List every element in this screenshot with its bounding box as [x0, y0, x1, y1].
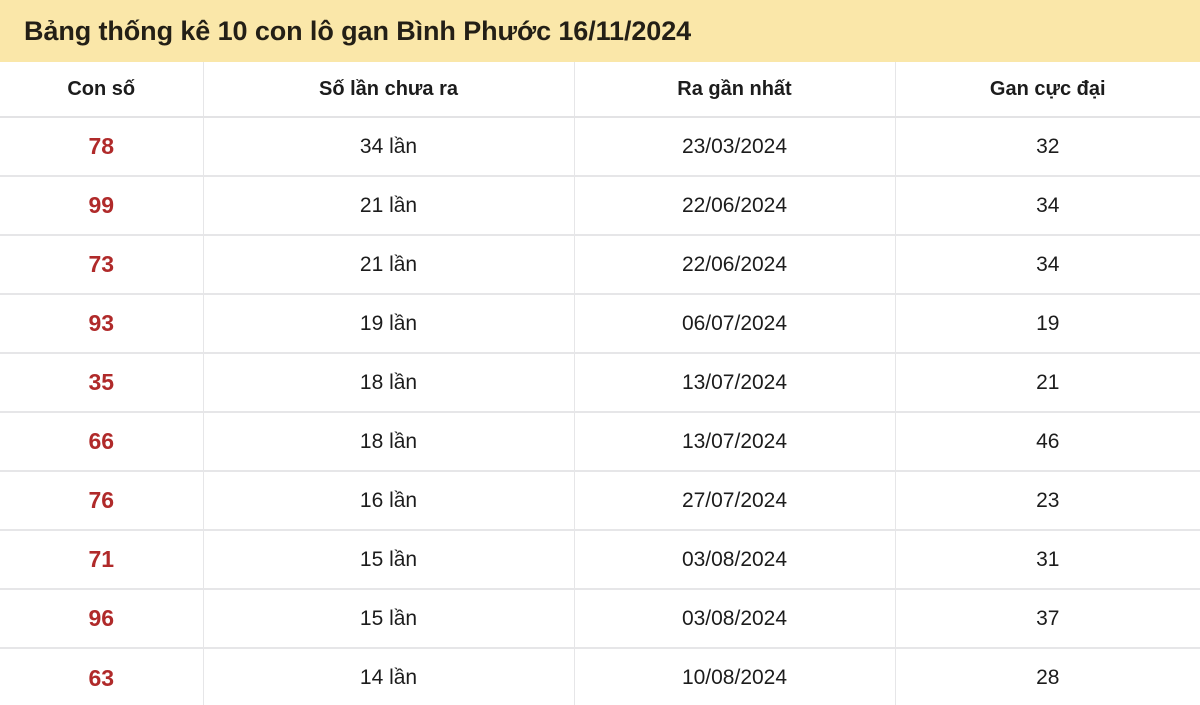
cell-last_seen: 10/08/2024 — [574, 648, 896, 705]
cell-max_gan: 32 — [895, 117, 1200, 177]
cell-number: 78 — [0, 117, 204, 177]
cell-number: 76 — [0, 471, 204, 531]
table-row: 63 14 lần 10/08/2024 28 — [0, 648, 1200, 705]
cell-number: 93 — [0, 294, 204, 354]
cell-last_seen: 06/07/2024 — [574, 294, 896, 354]
table-row: 93 19 lần 06/07/2024 19 — [0, 294, 1200, 354]
cell-miss_count: 15 lần — [203, 530, 575, 590]
table-row: 71 15 lần 03/08/2024 31 — [0, 530, 1200, 590]
cell-max_gan: 34 — [895, 235, 1200, 295]
cell-number: 73 — [0, 235, 204, 295]
title-banner: Bảng thống kê 10 con lô gan Bình Phước 1… — [0, 0, 1200, 62]
cell-last_seen: 13/07/2024 — [574, 353, 896, 413]
table-row: 96 15 lần 03/08/2024 37 — [0, 589, 1200, 649]
table-row: 78 34 lần 23/03/2024 32 — [0, 117, 1200, 177]
lo-gan-statistics-table: Con số Số lần chưa ra Ra gần nhất Gan cự… — [0, 62, 1200, 705]
table-body: 78 34 lần 23/03/2024 32 99 21 lần 22/06/2024 34… — [0, 117, 1200, 705]
cell-number: 66 — [0, 412, 204, 472]
cell-max_gan: 46 — [895, 412, 1200, 472]
cell-miss_count: 16 lần — [203, 471, 575, 531]
table-row: 73 21 lần 22/06/2024 34 — [0, 235, 1200, 295]
cell-miss_count: 18 lần — [203, 412, 575, 472]
cell-miss_count: 21 lần — [203, 176, 575, 236]
cell-last_seen: 13/07/2024 — [574, 412, 896, 472]
table-row: 76 16 lần 27/07/2024 23 — [0, 471, 1200, 531]
cell-last_seen: 23/03/2024 — [574, 117, 896, 177]
cell-last_seen: 22/06/2024 — [574, 235, 896, 295]
cell-max_gan: 23 — [895, 471, 1200, 531]
table-row: 99 21 lần 22/06/2024 34 — [0, 176, 1200, 236]
cell-last_seen: 03/08/2024 — [574, 530, 896, 590]
cell-number: 35 — [0, 353, 204, 413]
table-row: 35 18 lần 13/07/2024 21 — [0, 353, 1200, 413]
cell-max_gan: 28 — [895, 648, 1200, 705]
column-header-so-lan-chua-ra: Số lần chưa ra — [203, 62, 575, 118]
table-header: Con số Số lần chưa ra Ra gần nhất Gan cự… — [0, 62, 1200, 118]
cell-miss_count: 14 lần — [203, 648, 575, 705]
cell-miss_count: 15 lần — [203, 589, 575, 649]
cell-miss_count: 34 lần — [203, 117, 575, 177]
cell-number: 99 — [0, 176, 204, 236]
cell-max_gan: 37 — [895, 589, 1200, 649]
cell-last_seen: 22/06/2024 — [574, 176, 896, 236]
column-header-ra-gan-nhat: Ra gần nhất — [574, 62, 896, 118]
table-header-row: Con số Số lần chưa ra Ra gần nhất Gan cự… — [0, 62, 1200, 118]
table-row: 66 18 lần 13/07/2024 46 — [0, 412, 1200, 472]
column-header-gan-cuc-dai: Gan cực đại — [895, 62, 1200, 118]
page-root: Bảng thống kê 10 con lô gan Bình Phước 1… — [0, 0, 1200, 705]
cell-max_gan: 34 — [895, 176, 1200, 236]
cell-max_gan: 21 — [895, 353, 1200, 413]
cell-number: 63 — [0, 648, 204, 705]
cell-number: 96 — [0, 589, 204, 649]
page-title: Bảng thống kê 10 con lô gan Bình Phước 1… — [24, 15, 692, 46]
cell-last_seen: 03/08/2024 — [574, 589, 896, 649]
cell-max_gan: 19 — [895, 294, 1200, 354]
cell-max_gan: 31 — [895, 530, 1200, 590]
cell-miss_count: 18 lần — [203, 353, 575, 413]
cell-miss_count: 21 lần — [203, 235, 575, 295]
cell-miss_count: 19 lần — [203, 294, 575, 354]
cell-last_seen: 27/07/2024 — [574, 471, 896, 531]
cell-number: 71 — [0, 530, 204, 590]
column-header-con-so: Con số — [0, 62, 204, 118]
